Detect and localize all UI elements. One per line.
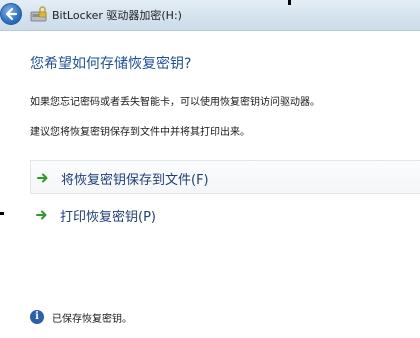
print-key-option[interactable]: 打印恢复密钥(P) bbox=[30, 198, 420, 232]
save-to-file-option[interactable]: 将恢复密钥保存到文件(F) bbox=[30, 160, 420, 194]
info-icon: i bbox=[30, 310, 44, 324]
description-text: 如果您忘记密码或者丢失智能卡，可以使用恢复密钥访问驱动器。 bbox=[30, 97, 320, 108]
page-heading: 您希望如何存储恢复密钥? bbox=[30, 56, 192, 72]
green-arrow-icon bbox=[36, 210, 47, 220]
window-title: BitLocker 驱动器加密(H:) bbox=[52, 9, 182, 22]
green-arrow-icon bbox=[37, 173, 48, 183]
status-text: 已保存恢复密钥。 bbox=[52, 314, 132, 325]
edge-mark bbox=[0, 212, 4, 215]
save-to-file-label: 将恢复密钥保存到文件(F) bbox=[61, 173, 209, 188]
back-arrow-icon bbox=[5, 7, 18, 21]
print-key-label: 打印恢复密钥(P) bbox=[60, 210, 156, 225]
title-bar: BitLocker 驱动器加密(H:) bbox=[0, 0, 420, 31]
bitlocker-icon bbox=[30, 6, 47, 22]
back-button[interactable] bbox=[0, 3, 22, 25]
edge-mark bbox=[288, 0, 291, 5]
recommendation-text: 建议您将恢复密钥保存到文件中并将其打印出来。 bbox=[30, 127, 250, 138]
